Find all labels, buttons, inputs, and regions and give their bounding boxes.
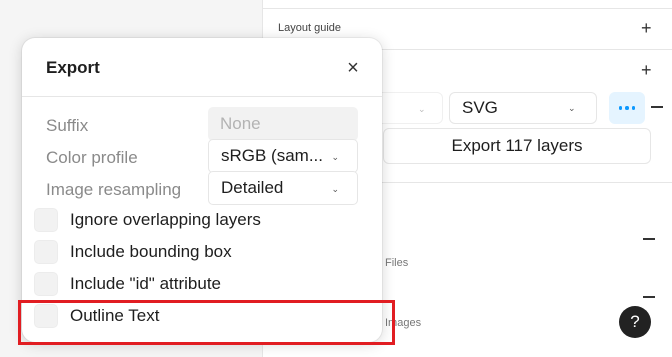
export-format-value: SVG bbox=[462, 98, 498, 117]
image-resampling-label: Image resampling bbox=[46, 180, 182, 199]
panel-divider bbox=[263, 8, 672, 9]
outline-text-checkbox[interactable] bbox=[34, 304, 58, 328]
layout-guide-label: Layout guide bbox=[278, 22, 341, 34]
image-resampling-value: Detailed bbox=[221, 178, 284, 197]
export-scale-select[interactable]: ⌄ bbox=[373, 92, 443, 124]
export-format-select[interactable]: SVG ⌄ bbox=[449, 92, 597, 124]
chevron-down-icon: ⌄ bbox=[418, 104, 426, 114]
popover-divider bbox=[22, 96, 382, 97]
add-layout-guide-icon[interactable]: + bbox=[641, 19, 652, 37]
option-include-id[interactable]: Include "id" attribute bbox=[34, 272, 221, 296]
option-ignore-overlapping[interactable]: Ignore overlapping layers bbox=[34, 208, 261, 232]
collapse-images-icon[interactable] bbox=[643, 296, 655, 298]
option-label: Include bounding box bbox=[70, 242, 232, 261]
color-profile-value: sRGB (sam... bbox=[221, 146, 324, 165]
collapse-files-icon[interactable] bbox=[643, 238, 655, 240]
suffix-input[interactable]: None bbox=[208, 107, 358, 141]
option-outline-text[interactable]: Outline Text bbox=[34, 304, 159, 328]
remove-export-icon[interactable] bbox=[651, 106, 663, 108]
option-label: Outline Text bbox=[70, 306, 160, 325]
help-button[interactable]: ? bbox=[619, 306, 651, 338]
close-icon[interactable]: × bbox=[342, 57, 364, 79]
color-profile-label: Color profile bbox=[46, 148, 138, 167]
include-id-checkbox[interactable] bbox=[34, 272, 58, 296]
chevron-down-icon: ⌄ bbox=[568, 103, 576, 113]
add-export-icon[interactable]: + bbox=[641, 61, 652, 79]
chevron-down-icon: ⌄ bbox=[331, 184, 339, 194]
include-bounding-box-checkbox[interactable] bbox=[34, 240, 58, 264]
ignore-overlapping-checkbox[interactable] bbox=[34, 208, 58, 232]
chevron-down-icon: ⌄ bbox=[331, 152, 339, 162]
option-label: Include "id" attribute bbox=[70, 274, 221, 293]
image-resampling-select[interactable]: Detailed ⌄ bbox=[208, 171, 358, 205]
images-label: Images bbox=[385, 317, 422, 329]
more-icon bbox=[618, 106, 623, 110]
export-settings-button[interactable] bbox=[609, 92, 645, 124]
export-settings-popover: Export × Suffix None Color profile sRGB … bbox=[22, 38, 382, 342]
export-layers-button[interactable]: Export 117 layers bbox=[383, 128, 651, 164]
popover-title: Export bbox=[46, 58, 100, 77]
option-label: Ignore overlapping layers bbox=[70, 210, 261, 229]
option-include-bounding-box[interactable]: Include bounding box bbox=[34, 240, 232, 264]
suffix-label: Suffix bbox=[46, 116, 89, 135]
files-label: Files bbox=[385, 257, 409, 269]
color-profile-select[interactable]: sRGB (sam... ⌄ bbox=[208, 139, 358, 173]
